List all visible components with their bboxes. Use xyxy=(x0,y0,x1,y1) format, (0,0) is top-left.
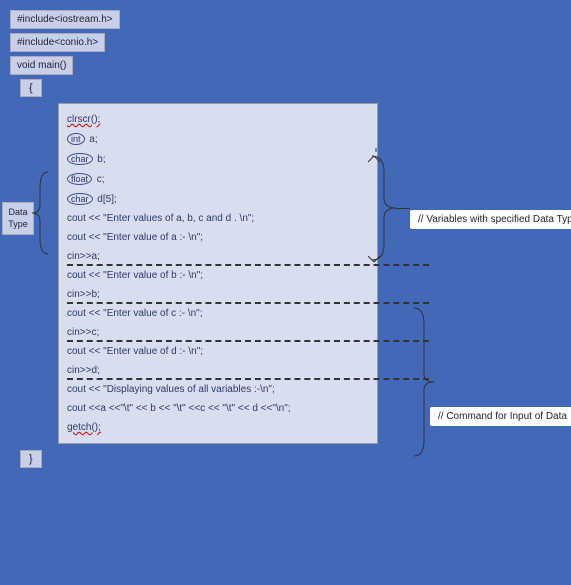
code-cin-b: cin>>b; xyxy=(67,285,429,304)
data-type-label-l2: Type xyxy=(5,219,31,231)
code-cout-enter-all: cout << "Enter values of a, b, c and d .… xyxy=(67,209,369,228)
open-brace-box: { xyxy=(20,79,42,97)
code-cin-d: cin>>d; xyxy=(67,361,429,380)
header-include-iostream: #include<iostream.h> xyxy=(10,10,120,29)
left-bracket-icon xyxy=(32,168,50,258)
code-cout-vars: cout <<a <<"\t" << b << "\t" <<c << "\t"… xyxy=(67,399,369,418)
code-float-c: float c; xyxy=(67,169,369,189)
code-cin-c: cin>>c; xyxy=(67,323,429,342)
code-cout-display: cout << "Displaying values of all variab… xyxy=(67,380,369,399)
code-cout-enter-d: cout << "Enter value of d :- \n"; xyxy=(67,342,369,361)
data-type-label: Data Type xyxy=(2,202,34,235)
code-getch: getch(); xyxy=(67,418,369,437)
code-cout-enter-b: cout << "Enter value of b :- \n"; xyxy=(67,266,369,285)
annotation-variables: // Variables with specified Data Types xyxy=(410,210,571,229)
code-cout-enter-a: cout << "Enter value of a :- \n"; xyxy=(67,228,369,247)
annotation-input-commands: // Command for Input of Data xyxy=(430,407,571,426)
code-char-d5: char d[5]; xyxy=(67,189,369,209)
code-cout-enter-c: cout << "Enter value of c :- \n"; xyxy=(67,304,369,323)
header-include-conio: #include<conio.h> xyxy=(10,33,105,52)
right-brace-input-icon xyxy=(414,302,440,462)
data-type-label-l1: Data xyxy=(5,207,31,219)
code-clrscr: clrscr(); xyxy=(67,110,369,129)
close-brace-box: } xyxy=(20,450,42,468)
code-block: clrscr(); int a; char b; float c; char d… xyxy=(58,103,378,444)
code-char-b: char b; xyxy=(67,149,369,169)
connector-line-variables xyxy=(396,208,410,209)
code-int-a: int a; xyxy=(67,129,369,149)
header-void-main: void main() xyxy=(10,56,73,75)
